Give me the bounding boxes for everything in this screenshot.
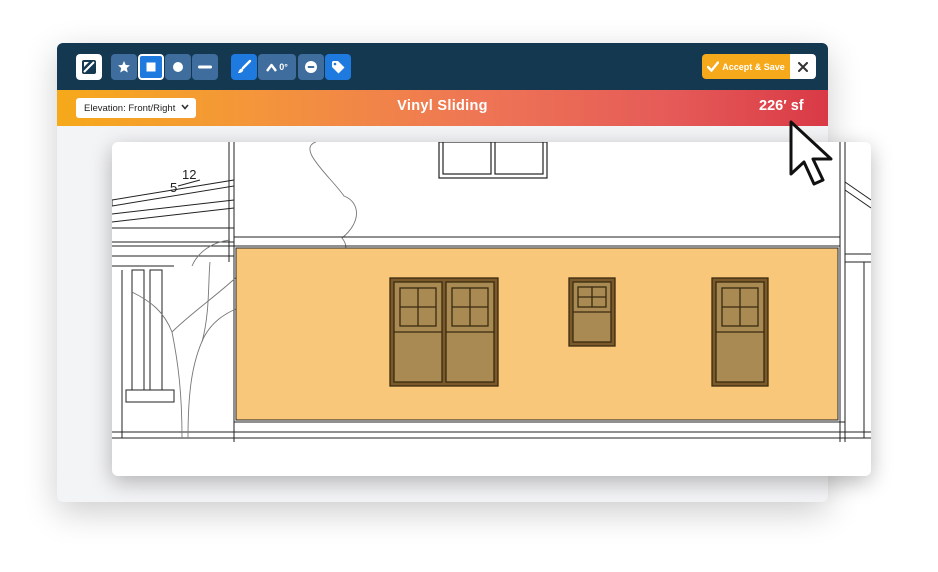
paintbrush-icon bbox=[238, 59, 252, 73]
drawing-toggle-icon bbox=[82, 60, 96, 74]
circle-icon bbox=[173, 62, 183, 72]
right-roof bbox=[844, 181, 871, 438]
remove-tool-button[interactable] bbox=[298, 54, 324, 80]
window-double[interactable] bbox=[389, 277, 499, 387]
tag-tool-button[interactable] bbox=[325, 54, 351, 80]
accept-save-label: Accept & Save bbox=[722, 61, 785, 72]
circle-tool-button[interactable] bbox=[165, 54, 191, 80]
star-icon bbox=[118, 61, 130, 73]
square-icon bbox=[146, 62, 156, 72]
area-value: 226′ sf bbox=[759, 98, 804, 114]
toolbar: 0° Accept & Save bbox=[57, 43, 828, 90]
window-small[interactable] bbox=[568, 277, 616, 347]
check-icon bbox=[707, 61, 720, 72]
roof-angle-icon bbox=[266, 63, 278, 72]
cursor-arrow-icon bbox=[789, 120, 833, 186]
upper-window bbox=[438, 142, 548, 179]
square-tool-button[interactable] bbox=[138, 54, 164, 80]
pitch-rise-label: 5 bbox=[170, 180, 177, 195]
roof-angle-value: 0° bbox=[279, 62, 288, 72]
material-title: Vinyl Sliding bbox=[397, 98, 488, 114]
window-single[interactable] bbox=[711, 277, 769, 387]
info-bar: Elevation: Front/Right Vinyl Sliding 226… bbox=[57, 90, 828, 126]
accept-save-button[interactable]: Accept & Save bbox=[702, 54, 790, 79]
tag-icon bbox=[332, 61, 345, 74]
line-icon bbox=[198, 65, 212, 69]
close-button[interactable] bbox=[790, 54, 816, 79]
elevation-drawing[interactable]: 5 12 bbox=[112, 142, 871, 476]
close-icon bbox=[798, 61, 808, 72]
star-tool-button[interactable] bbox=[111, 54, 137, 80]
pitch-run-label: 12 bbox=[182, 167, 196, 182]
roof-angle-button[interactable]: 0° bbox=[258, 54, 296, 80]
porch-columns bbox=[112, 265, 234, 439]
minus-circle-icon bbox=[305, 61, 317, 73]
paint-tool-button[interactable] bbox=[231, 54, 257, 80]
line-tool-button[interactable] bbox=[192, 54, 218, 80]
drawing-toggle-button[interactable] bbox=[76, 54, 102, 80]
elevation-drawing-card: 5 12 bbox=[112, 142, 871, 476]
